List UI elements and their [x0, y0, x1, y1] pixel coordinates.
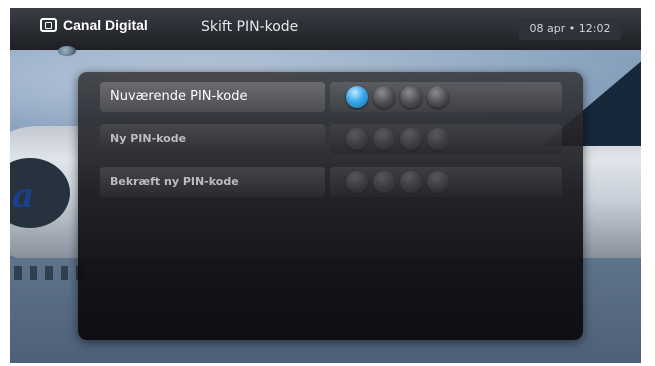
pin-digit-4[interactable]	[427, 86, 449, 108]
pin-digit-3[interactable]	[400, 128, 422, 150]
pin-digit-4[interactable]	[427, 128, 449, 150]
current-pin-label: Nuværende PIN-kode	[100, 82, 325, 112]
logo-swoosh-icon	[58, 46, 76, 56]
pin-digit-1[interactable]	[346, 128, 368, 150]
change-pin-dialog: Nuværende PIN-kode Ny PIN-kode Bekræft n…	[78, 72, 583, 340]
date-time-badge: 08 apr • 12:02	[519, 18, 621, 40]
pin-digit-3[interactable]	[400, 86, 422, 108]
current-pin-field[interactable]	[330, 82, 562, 112]
pin-digit-2[interactable]	[373, 171, 395, 193]
tv-icon	[40, 18, 57, 32]
pin-digit-2[interactable]	[373, 86, 395, 108]
page-title: Skift PIN-kode	[201, 19, 299, 35]
confirm-pin-field[interactable]	[330, 167, 562, 197]
brand-name: Canal Digital	[63, 17, 148, 33]
pin-digit-1-focused[interactable]	[346, 86, 368, 108]
confirm-pin-label: Bekræft ny PIN-kode	[100, 167, 325, 197]
background-aircraft-letter: a	[12, 176, 35, 216]
new-pin-row[interactable]: Ny PIN-kode	[100, 124, 562, 154]
pin-digit-3[interactable]	[400, 171, 422, 193]
tv-screen: a Canal Digital Skift PIN-kode 08 apr • …	[10, 8, 641, 363]
pin-digit-2[interactable]	[373, 128, 395, 150]
new-pin-label: Ny PIN-kode	[100, 124, 325, 154]
new-pin-field[interactable]	[330, 124, 562, 154]
current-pin-row[interactable]: Nuværende PIN-kode	[100, 82, 562, 112]
brand-logo: Canal Digital	[40, 17, 148, 33]
background-windows	[10, 266, 84, 280]
pin-digit-4[interactable]	[427, 171, 449, 193]
pin-digit-1[interactable]	[346, 171, 368, 193]
confirm-pin-row[interactable]: Bekræft ny PIN-kode	[100, 167, 562, 197]
top-bar: Canal Digital Skift PIN-kode 08 apr • 12…	[10, 8, 641, 50]
